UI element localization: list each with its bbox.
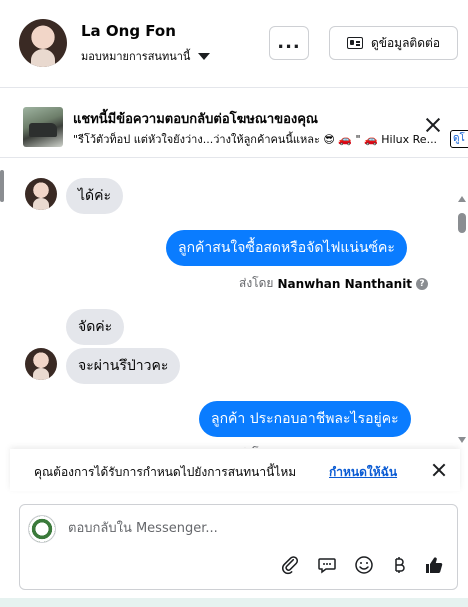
scroll-down-icon[interactable]: [458, 437, 466, 443]
baht-payment-icon[interactable]: [389, 555, 409, 575]
message-incoming[interactable]: จะผ่านรึป่าวคะ: [66, 348, 181, 384]
thumbs-up-icon[interactable]: [424, 555, 444, 575]
assignment-question: คุณต้องการได้รับการกำหนดไปยังการสนทนานี้…: [34, 465, 297, 479]
bottom-strip: [0, 598, 468, 607]
ad-thumbnail[interactable]: [23, 107, 63, 147]
assign-conversation-dropdown[interactable]: มอบหมายการสนทนานี้: [81, 47, 211, 65]
sent-by-prefix: ส่งโดย: [239, 444, 273, 448]
conversation-header: La Ong Fon มอบหมายการสนทนานี้ ... ดูข้อม…: [0, 0, 468, 88]
reply-input[interactable]: [68, 517, 438, 539]
ad-reply-banner: แชทนี้มีข้อความตอบกลับต่อโฆษณาของคุณ "รี…: [0, 96, 468, 158]
message-composer: [19, 504, 458, 590]
more-options-button[interactable]: ...: [269, 26, 309, 60]
quick-reply-icon[interactable]: [317, 555, 337, 575]
message-outgoing[interactable]: ลูกค้า ประกอบอาชีพละไรอยู่คะ: [199, 401, 411, 437]
contact-name[interactable]: La Ong Fon: [81, 22, 176, 40]
message-outgoing[interactable]: ลูกค้าสนใจซื้อสดหรือจัดไฟแน่นซ์คะ: [166, 230, 407, 266]
assignment-notice: คุณต้องการได้รับการกำหนดไปยังการสนทนานี้…: [10, 449, 460, 491]
assign-label: มอบหมายการสนทนานี้: [81, 50, 191, 63]
close-icon[interactable]: [424, 116, 442, 134]
message-incoming[interactable]: ได้ค่ะ: [66, 178, 124, 214]
message-incoming[interactable]: จัดค่ะ: [66, 309, 125, 345]
scrollbar-thumb-left[interactable]: [0, 170, 4, 202]
sent-by-label: ส่งโดย Nanwhan Nanthanit: [239, 444, 412, 448]
sent-by-label: ส่งโดย Nanwhan Nanthanit ?: [239, 274, 429, 293]
close-icon[interactable]: [431, 462, 447, 478]
paperclip-icon[interactable]: [281, 555, 301, 575]
scroll-up-icon[interactable]: [458, 196, 466, 202]
sender-name: Nanwhan Nanthanit: [277, 276, 413, 291]
sent-by-prefix: ส่งโดย: [239, 276, 274, 290]
emoji-icon[interactable]: [354, 555, 374, 575]
scrollbar-thumb[interactable]: [458, 213, 466, 233]
contact-avatar-small: [25, 348, 57, 380]
view-ad-button[interactable]: ดูโ: [450, 130, 468, 148]
contact-avatar[interactable]: [19, 19, 67, 67]
assign-to-me-link[interactable]: กำหนดให้ฉัน: [329, 463, 397, 482]
contact-avatar-small: [25, 178, 57, 210]
caret-down-icon: [198, 52, 211, 60]
message-thread: ได้ค่ะ ลูกค้าสนใจซื้อสดหรือจัดไฟแน่นซ์คะ…: [0, 162, 456, 448]
contact-info-label: ดูข้อมูลติดต่อ: [370, 35, 441, 50]
help-icon[interactable]: ?: [416, 277, 429, 290]
id-card-icon: [346, 37, 363, 49]
sender-name: Nanwhan Nanthanit: [277, 447, 412, 449]
thread-scrollbar[interactable]: [456, 162, 468, 448]
contact-info-button[interactable]: ดูข้อมูลติดต่อ: [329, 26, 458, 60]
ad-banner-title: แชทนี้มีข้อความตอบกลับต่อโฆษณาของคุณ: [73, 112, 318, 127]
page-logo-avatar: [28, 515, 56, 543]
more-dots-icon: ...: [277, 32, 301, 53]
ad-banner-snippet: "รีโว้ตัวท็อป แต่หัวใจยังว่าง...ว่างให้ล…: [73, 133, 438, 146]
